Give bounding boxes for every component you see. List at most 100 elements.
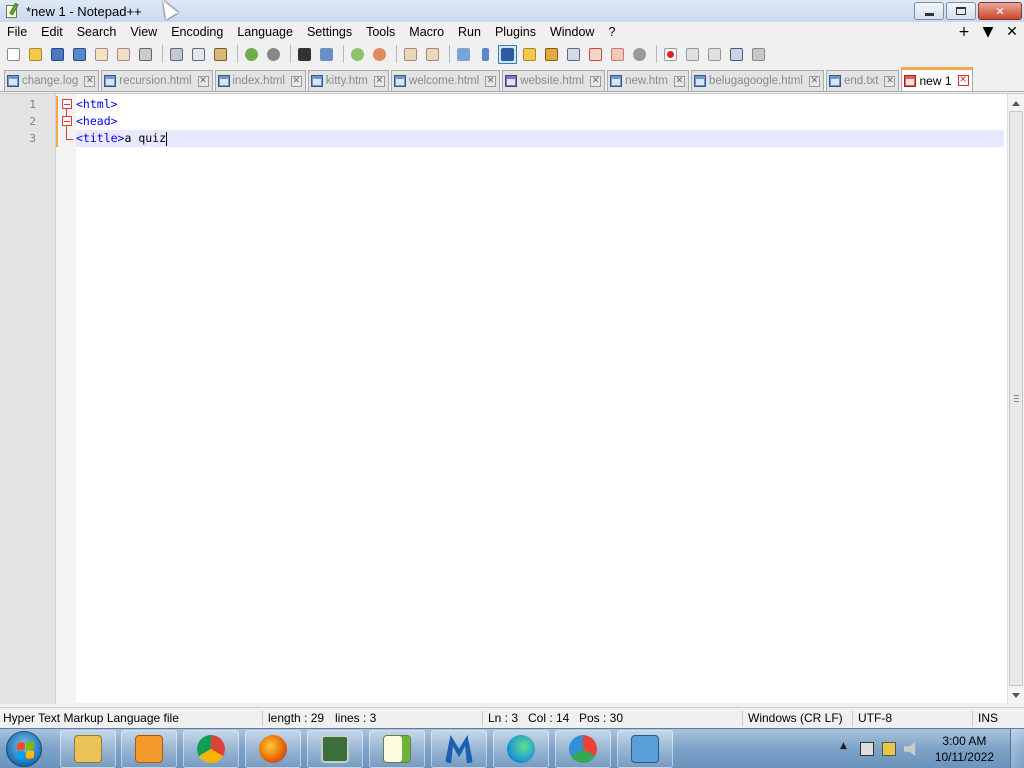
fold-margin[interactable] — [56, 94, 76, 704]
open-file-button[interactable] — [26, 45, 45, 64]
tab-close-icon[interactable]: ✕ — [673, 75, 685, 87]
folder-workspace-button[interactable] — [608, 45, 627, 64]
menu-run[interactable]: Run — [451, 22, 488, 42]
play-macro-button[interactable] — [705, 45, 724, 64]
menu-macro[interactable]: Macro — [402, 22, 451, 42]
tab-close-icon[interactable]: ✕ — [808, 75, 820, 87]
replace-button[interactable] — [317, 45, 336, 64]
code-line[interactable]: <head> — [76, 113, 1004, 130]
scroll-down-arrow-icon[interactable] — [1012, 693, 1020, 698]
save-macro-button[interactable] — [749, 45, 768, 64]
tab-close-icon[interactable]: ✕ — [84, 75, 96, 87]
menu-window[interactable]: Window — [543, 22, 601, 42]
tab-close-icon[interactable]: ✕ — [957, 75, 969, 86]
tab-new-1[interactable]: new 1 ✕ — [901, 67, 973, 91]
taskbar-chrome-canary[interactable] — [555, 730, 611, 768]
taskbar-notepad-plus-plus[interactable] — [369, 730, 425, 768]
status-eol[interactable]: Windows (CR LF) — [748, 711, 843, 725]
cut-button[interactable] — [167, 45, 186, 64]
tab-close-icon[interactable]: ✕ — [884, 75, 896, 87]
tab-kitty-htm[interactable]: kitty.htm ✕ — [307, 70, 389, 91]
menu-search[interactable]: Search — [70, 22, 124, 42]
status-insert-mode[interactable]: INS — [978, 711, 998, 725]
record-macro-button[interactable] — [661, 45, 680, 64]
start-button[interactable] — [6, 731, 42, 767]
zoom-in-button[interactable] — [348, 45, 367, 64]
tab-belugagoogle-html[interactable]: belugagoogle.html ✕ — [690, 70, 824, 91]
menu-language[interactable]: Language — [230, 22, 300, 42]
line-number-gutter[interactable]: 1 2 3 — [0, 94, 56, 704]
status-encoding[interactable]: UTF-8 — [858, 711, 892, 725]
menu-plugins[interactable]: Plugins — [488, 22, 543, 42]
taskbar-control-panel[interactable] — [617, 730, 673, 768]
tab-close-icon[interactable]: ✕ — [290, 75, 302, 87]
stop-macro-button[interactable] — [683, 45, 702, 64]
fold-toggle-icon[interactable] — [62, 116, 72, 126]
close-file-button[interactable] — [92, 45, 111, 64]
print-button[interactable] — [136, 45, 155, 64]
tab-welcome-html[interactable]: welcome.html ✕ — [390, 70, 501, 91]
sync-horizontal-button[interactable] — [423, 45, 442, 64]
doc-map-button[interactable] — [542, 45, 561, 64]
close-all-button[interactable] — [114, 45, 133, 64]
maximize-button[interactable] — [946, 2, 976, 20]
vertical-scrollbar[interactable] — [1007, 94, 1024, 704]
taskbar-terminal[interactable] — [307, 730, 363, 768]
copy-button[interactable] — [189, 45, 208, 64]
taskbar-malwarebytes[interactable] — [431, 730, 487, 768]
menu-view[interactable]: View — [123, 22, 164, 42]
close-button[interactable]: ✕ — [978, 2, 1022, 20]
indent-guide-button[interactable] — [498, 44, 517, 64]
editor-area[interactable]: 1 2 3 <html> <head> <title>a quiz — [0, 93, 1024, 704]
menu-tools[interactable]: Tools — [359, 22, 402, 42]
tab-close-icon[interactable]: ✕ — [590, 75, 602, 87]
menu-encoding[interactable]: Encoding — [164, 22, 230, 42]
save-all-button[interactable] — [70, 45, 89, 64]
play-multiple-macro-button[interactable] — [727, 45, 746, 64]
notepad-plus-plus-icon[interactable] — [4, 2, 20, 19]
show-hidden-icons-arrow[interactable]: ▲ — [840, 741, 847, 751]
tab-index-html[interactable]: index.html ✕ — [214, 70, 306, 91]
tab-new-htm[interactable]: new.htm ✕ — [607, 70, 689, 91]
paste-button[interactable] — [211, 45, 230, 64]
taskbar-edge[interactable] — [493, 730, 549, 768]
find-button[interactable] — [295, 45, 314, 64]
show-all-chars-button[interactable] — [476, 45, 495, 64]
taskbar-media-player[interactable] — [121, 730, 177, 768]
monitoring-button[interactable] — [630, 45, 649, 64]
sync-vertical-button[interactable] — [401, 45, 420, 64]
taskbar-firefox[interactable] — [245, 730, 301, 768]
close-document-button[interactable]: ✕ — [1000, 22, 1024, 42]
system-clock[interactable]: 3:00 AM 10/11/2022 — [935, 733, 994, 765]
new-tab-plus-button[interactable]: + — [952, 22, 976, 42]
tab-end-txt[interactable]: end.txt ✕ — [825, 70, 900, 91]
function-list-button[interactable] — [586, 45, 605, 64]
menu-edit[interactable]: Edit — [34, 22, 70, 42]
menu-help[interactable]: ? — [601, 22, 622, 42]
undo-button[interactable] — [242, 45, 261, 64]
minimize-button[interactable] — [914, 2, 944, 20]
tab-recursion-html[interactable]: recursion.html ✕ — [101, 70, 213, 91]
menu-settings[interactable]: Settings — [300, 22, 359, 42]
taskbar-chrome[interactable] — [183, 730, 239, 768]
new-file-button[interactable] — [4, 45, 23, 64]
scrollbar-thumb[interactable] — [1009, 111, 1023, 686]
code-text[interactable]: <html> <head> <title>a quiz — [76, 96, 1004, 147]
zoom-out-button[interactable] — [370, 45, 389, 64]
word-wrap-button[interactable] — [454, 45, 473, 64]
redo-button[interactable] — [264, 45, 283, 64]
current-code-line[interactable]: <title>a quiz — [76, 130, 1004, 147]
tab-list-dropdown-button[interactable]: ▼ — [976, 22, 1000, 42]
volume-speaker-icon[interactable] — [904, 742, 916, 756]
taskbar-file-explorer[interactable] — [60, 730, 116, 768]
tab-change-log[interactable]: change.log ✕ — [4, 70, 100, 91]
tab-close-icon[interactable]: ✕ — [197, 75, 209, 87]
action-center-flag-icon[interactable] — [882, 742, 896, 756]
tab-website-html[interactable]: website.html ✕ — [502, 70, 606, 91]
tab-close-icon[interactable]: ✕ — [485, 75, 497, 87]
save-button[interactable] — [48, 45, 67, 64]
scroll-up-arrow-icon[interactable] — [1012, 101, 1020, 106]
tab-close-icon[interactable]: ✕ — [373, 75, 385, 87]
menu-file[interactable]: File — [0, 22, 34, 42]
network-icon[interactable] — [860, 742, 874, 756]
